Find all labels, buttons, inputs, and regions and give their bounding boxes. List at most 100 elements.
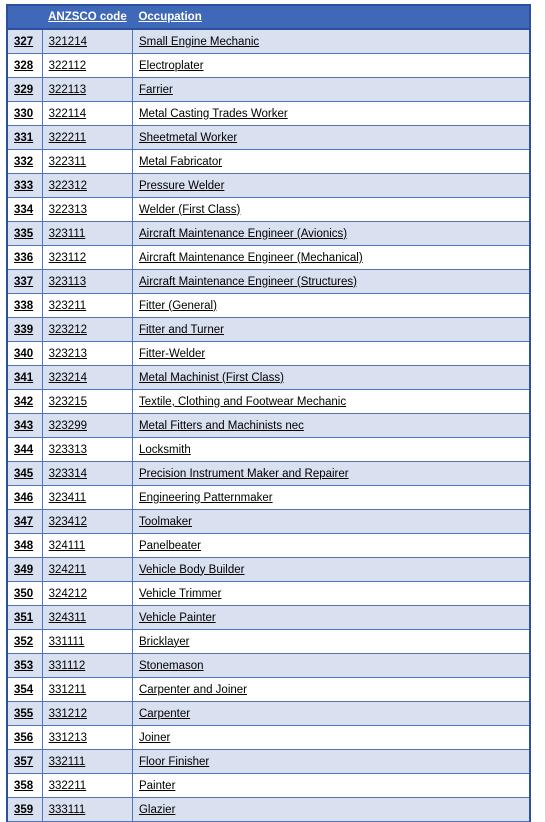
anzsco-code-cell[interactable]: 323214 bbox=[42, 365, 133, 390]
occupation-cell[interactable]: Panelbeater bbox=[132, 533, 530, 558]
row-index-cell[interactable]: 338 bbox=[7, 293, 43, 318]
anzsco-code-cell[interactable]: 323111 bbox=[42, 221, 133, 246]
row-index-cell[interactable]: 346 bbox=[7, 485, 43, 510]
occupation-cell[interactable]: Engineering Patternmaker bbox=[132, 485, 530, 510]
row-index-cell[interactable]: 349 bbox=[7, 557, 43, 582]
table-row[interactable]: 359 333111 Glazier bbox=[7, 797, 530, 822]
anzsco-code-cell[interactable]: 322312 bbox=[42, 173, 133, 198]
occupation-cell[interactable]: Sheetmetal Worker bbox=[132, 125, 530, 150]
table-row[interactable]: 349 324211 Vehicle Body Builder bbox=[7, 557, 530, 582]
row-index-cell[interactable]: 350 bbox=[7, 581, 43, 606]
table-row[interactable]: 337 323113 Aircraft Maintenance Engineer (… bbox=[7, 269, 530, 294]
anzsco-code-cell[interactable]: 331211 bbox=[42, 677, 133, 702]
row-index-cell[interactable]: 356 bbox=[7, 725, 43, 750]
occupation-cell[interactable]: Painter bbox=[132, 773, 530, 798]
row-index-cell[interactable]: 354 bbox=[7, 677, 43, 702]
anzsco-code-cell[interactable]: 331112 bbox=[42, 653, 133, 678]
row-index-cell[interactable]: 359 bbox=[7, 797, 43, 822]
occupation-cell[interactable]: Aircraft Maintenance Engineer (Mechanica… bbox=[132, 245, 530, 270]
anzsco-code-cell[interactable]: 323215 bbox=[42, 389, 133, 414]
anzsco-code-cell[interactable]: 323112 bbox=[42, 245, 133, 270]
row-index-cell[interactable]: 332 bbox=[7, 149, 43, 174]
occupation-cell[interactable]: Stonemason bbox=[132, 653, 530, 678]
occupation-cell[interactable]: Metal Casting Trades Worker bbox=[132, 101, 530, 126]
table-row[interactable]: 347 323412 Toolmaker bbox=[7, 509, 530, 534]
table-row[interactable]: 332 322311 Metal Fabricator bbox=[7, 149, 530, 174]
occupation-cell[interactable]: Carpenter and Joiner bbox=[132, 677, 530, 702]
occupation-cell[interactable]: Aircraft Maintenance Engineer (Avionics) bbox=[132, 221, 530, 246]
anzsco-code-cell[interactable]: 323213 bbox=[42, 341, 133, 366]
anzsco-code-cell[interactable]: 322311 bbox=[42, 149, 133, 174]
table-row[interactable]: 352 331111 Bricklayer bbox=[7, 629, 530, 654]
table-row[interactable]: 336 323112 Aircraft Maintenance Engineer (… bbox=[7, 245, 530, 270]
row-index-cell[interactable]: 330 bbox=[7, 101, 43, 126]
anzsco-code-cell[interactable]: 324311 bbox=[42, 605, 133, 630]
column-header-anzsco-code[interactable]: ANZSCO code bbox=[42, 5, 133, 30]
occupation-cell[interactable]: Metal Fabricator bbox=[132, 149, 530, 174]
table-row[interactable]: 343 323299 Metal Fitters and Machinists ne… bbox=[7, 413, 530, 438]
row-index-cell[interactable]: 355 bbox=[7, 701, 43, 726]
row-index-cell[interactable]: 331 bbox=[7, 125, 43, 150]
row-index-cell[interactable]: 335 bbox=[7, 221, 43, 246]
table-row[interactable]: 333 322312 Pressure Welder bbox=[7, 173, 530, 198]
row-index-cell[interactable]: 328 bbox=[7, 53, 43, 78]
row-index-cell[interactable]: 351 bbox=[7, 605, 43, 630]
anzsco-code-cell[interactable]: 324212 bbox=[42, 581, 133, 606]
anzsco-code-cell[interactable]: 323212 bbox=[42, 317, 133, 342]
table-row[interactable]: 330 322114 Metal Casting Trades Worker bbox=[7, 101, 530, 126]
occupation-cell[interactable]: Floor Finisher bbox=[132, 749, 530, 774]
row-index-cell[interactable]: 333 bbox=[7, 173, 43, 198]
column-header-occupation[interactable]: Occupation bbox=[132, 5, 530, 30]
row-index-cell[interactable]: 353 bbox=[7, 653, 43, 678]
occupation-cell[interactable]: Vehicle Body Builder bbox=[132, 557, 530, 582]
table-row[interactable]: 355 331212 Carpenter bbox=[7, 701, 530, 726]
row-index-cell[interactable]: 358 bbox=[7, 773, 43, 798]
occupation-cell[interactable]: Joiner bbox=[132, 725, 530, 750]
anzsco-code-cell[interactable]: 332111 bbox=[42, 749, 133, 774]
table-row[interactable]: 340 323213 Fitter-Welder bbox=[7, 341, 530, 366]
anzsco-code-cell[interactable]: 331213 bbox=[42, 725, 133, 750]
table-row[interactable]: 344 323313 Locksmith bbox=[7, 437, 530, 462]
anzsco-code-cell[interactable]: 324211 bbox=[42, 557, 133, 582]
row-index-cell[interactable]: 334 bbox=[7, 197, 43, 222]
row-index-cell[interactable]: 352 bbox=[7, 629, 43, 654]
anzsco-code-cell[interactable]: 322113 bbox=[42, 77, 133, 102]
occupation-cell[interactable]: Bricklayer bbox=[132, 629, 530, 654]
table-row[interactable]: 338 323211 Fitter (General) bbox=[7, 293, 530, 318]
occupation-cell[interactable]: Textile, Clothing and Footwear Mechanic bbox=[132, 389, 530, 414]
table-row[interactable]: 339 323212 Fitter and Turner bbox=[7, 317, 530, 342]
anzsco-code-cell[interactable]: 323113 bbox=[42, 269, 133, 294]
row-index-cell[interactable]: 347 bbox=[7, 509, 43, 534]
occupation-cell[interactable]: Carpenter bbox=[132, 701, 530, 726]
occupation-cell[interactable]: Farrier bbox=[132, 77, 530, 102]
table-row[interactable]: 331 322211 Sheetmetal Worker bbox=[7, 125, 530, 150]
anzsco-code-cell[interactable]: 323211 bbox=[42, 293, 133, 318]
anzsco-code-cell[interactable]: 331212 bbox=[42, 701, 133, 726]
table-row[interactable]: 327 321214 Small Engine Mechanic bbox=[7, 29, 530, 54]
anzsco-code-cell[interactable]: 322114 bbox=[42, 101, 133, 126]
table-row[interactable]: 356 331213 Joiner bbox=[7, 725, 530, 750]
occupation-cell[interactable]: Fitter (General) bbox=[132, 293, 530, 318]
column-header-index[interactable] bbox=[7, 5, 43, 30]
anzsco-code-cell[interactable]: 323313 bbox=[42, 437, 133, 462]
anzsco-code-cell[interactable]: 323411 bbox=[42, 485, 133, 510]
table-row[interactable]: 346 323411 Engineering Patternmaker bbox=[7, 485, 530, 510]
row-index-cell[interactable]: 339 bbox=[7, 317, 43, 342]
row-index-cell[interactable]: 329 bbox=[7, 77, 43, 102]
table-row[interactable]: 353 331112 Stonemason bbox=[7, 653, 530, 678]
occupation-cell[interactable]: Metal Machinist (First Class) bbox=[132, 365, 530, 390]
occupation-cell[interactable]: Precision Instrument Maker and Repairer bbox=[132, 461, 530, 486]
table-row[interactable]: 341 323214 Metal Machinist (First Class) bbox=[7, 365, 530, 390]
table-row[interactable]: 335 323111 Aircraft Maintenance Engineer (… bbox=[7, 221, 530, 246]
row-index-cell[interactable]: 345 bbox=[7, 461, 43, 486]
anzsco-code-cell[interactable]: 322112 bbox=[42, 53, 133, 78]
occupation-cell[interactable]: Pressure Welder bbox=[132, 173, 530, 198]
table-row[interactable]: 329 322113 Farrier bbox=[7, 77, 530, 102]
occupation-cell[interactable]: Small Engine Mechanic bbox=[132, 29, 530, 54]
occupation-cell[interactable]: Glazier bbox=[132, 797, 530, 822]
row-index-cell[interactable]: 341 bbox=[7, 365, 43, 390]
anzsco-code-cell[interactable]: 323314 bbox=[42, 461, 133, 486]
anzsco-code-cell[interactable]: 323299 bbox=[42, 413, 133, 438]
table-row[interactable]: 351 324311 Vehicle Painter bbox=[7, 605, 530, 630]
table-row[interactable]: 345 323314 Precision Instrument Maker and … bbox=[7, 461, 530, 486]
